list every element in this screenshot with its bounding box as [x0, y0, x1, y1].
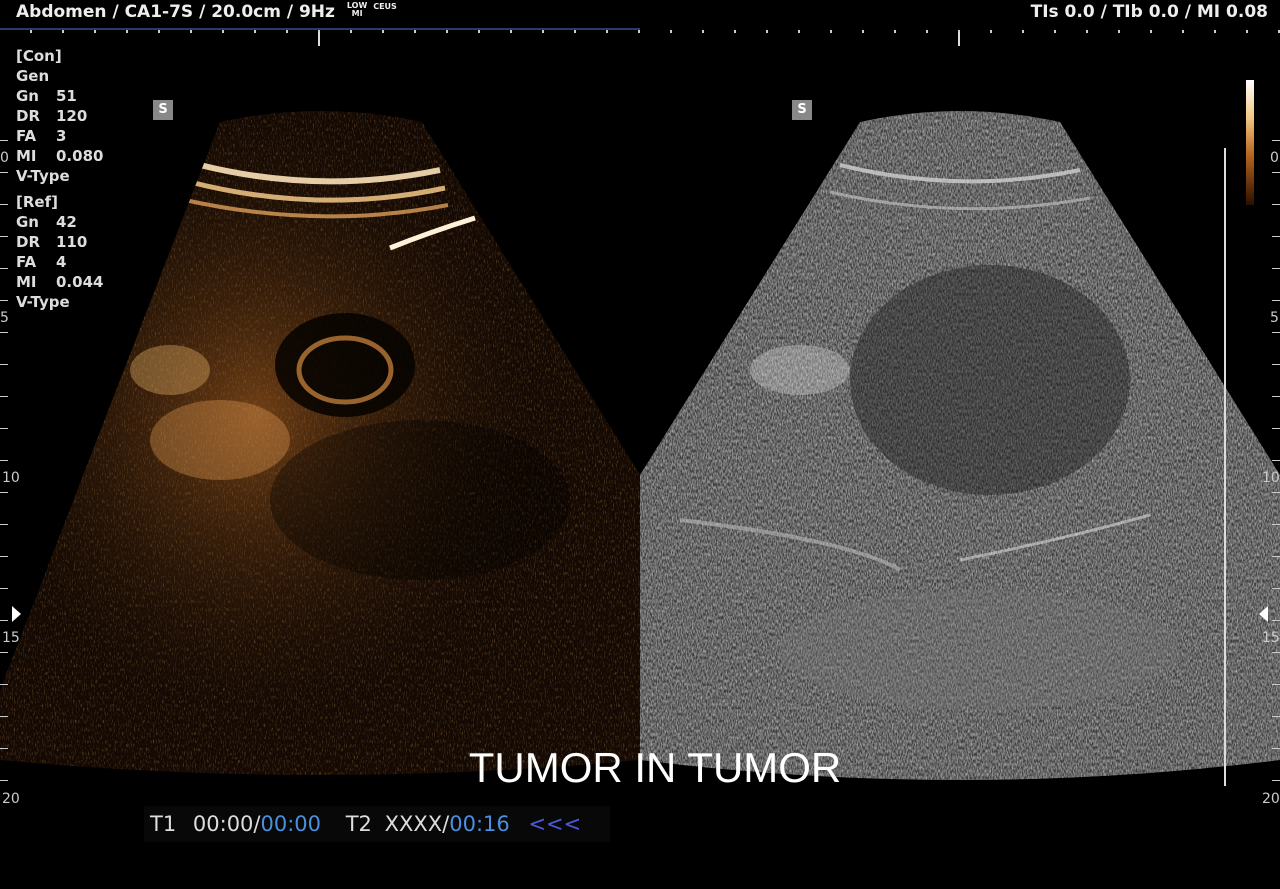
depth-tick: [1272, 684, 1280, 685]
t1-value: 00:00: [192, 812, 254, 836]
depth-tick: [0, 396, 8, 397]
depth-tick: [0, 652, 8, 653]
image-caption: TUMOR IN TUMOR: [468, 744, 842, 791]
depth-tick: [0, 460, 8, 461]
depth-tick: [0, 684, 8, 685]
depth-line: [1224, 148, 1226, 786]
depth-tick: [0, 428, 8, 429]
contrast-image-panel: [0, 111, 640, 775]
depth-ticks-right: [1272, 140, 1280, 781]
depth-tick: [1272, 364, 1280, 365]
depth-tick: [0, 332, 8, 333]
depth-tick: [0, 140, 8, 141]
s-badge-left: S: [153, 100, 173, 120]
depth-tick: [1272, 460, 1280, 461]
depth-tick: [1272, 236, 1280, 237]
depth-tick: [1272, 652, 1280, 653]
depth-tick: [1272, 492, 1280, 493]
depth-tick: [1272, 428, 1280, 429]
depth-tick: [1272, 172, 1280, 173]
t1-label: T1: [150, 812, 177, 836]
t2-label: T2: [345, 812, 372, 836]
depth-tick: [0, 300, 8, 301]
depth-tick: [0, 588, 8, 589]
t1-total: 00:00: [260, 812, 322, 836]
depth-tick: [0, 204, 8, 205]
depth-tick: [1272, 140, 1280, 141]
depth-tick: [1272, 556, 1280, 557]
depth-tick: [0, 524, 8, 525]
focus-marker-left-icon: [12, 606, 21, 622]
depth-tick: [1272, 716, 1280, 717]
s-badge-right: S: [792, 100, 812, 120]
t2-total: 00:16: [449, 812, 510, 836]
bmode-image-panel: [640, 111, 1280, 780]
depth-tick: [1272, 588, 1280, 589]
gray-map-colorbar: [1246, 80, 1254, 205]
depth-tick: [1272, 300, 1280, 301]
depth-ticks-left: [0, 140, 8, 781]
depth-tick: [1272, 396, 1280, 397]
depth-tick: [0, 620, 8, 621]
t2-value: XXXX: [384, 812, 443, 836]
depth-tick: [0, 236, 8, 237]
depth-tick: [0, 268, 8, 269]
depth-tick: [1272, 620, 1280, 621]
depth-tick: [0, 172, 8, 173]
depth-tick: [1272, 268, 1280, 269]
depth-tick: [0, 492, 8, 493]
depth-tick: [1272, 332, 1280, 333]
depth-tick: [0, 364, 8, 365]
depth-tick: [0, 716, 8, 717]
timer-bar: T1 00:00/00:00 T2 XXXX/00:16 <<<: [144, 806, 610, 842]
depth-tick: [0, 556, 8, 557]
focus-marker-right-icon: [1259, 606, 1268, 622]
depth-tick: [1272, 524, 1280, 525]
rewind-arrows-icon[interactable]: <<<: [528, 812, 581, 836]
depth-tick: [1272, 204, 1280, 205]
